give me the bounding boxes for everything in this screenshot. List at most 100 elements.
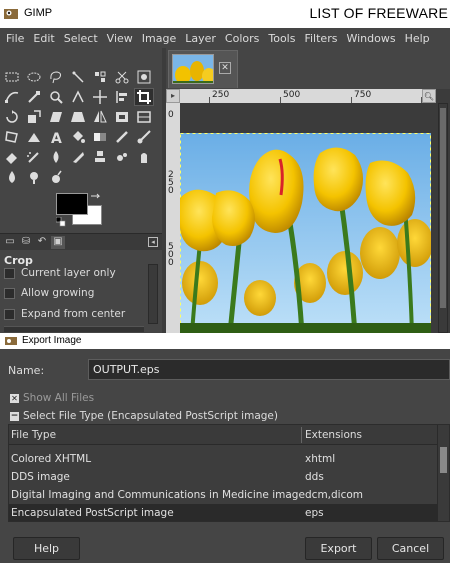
show-all-files-toggle[interactable]: ✕ Show All Files	[10, 392, 94, 404]
paths-icon[interactable]	[2, 88, 22, 106]
table-row[interactable]: DDS image dds	[9, 468, 437, 486]
select-file-type-expander[interactable]: − Select File Type (Encapsulated PostScr…	[10, 410, 278, 422]
ruler-label: 500	[168, 242, 174, 268]
horizontal-ruler[interactable]: 250 500 750 1	[180, 89, 436, 103]
filename-input[interactable]	[88, 359, 450, 380]
unified-transform-icon[interactable]	[2, 128, 22, 146]
color-swatches[interactable]	[56, 193, 106, 229]
ink-icon[interactable]	[46, 148, 66, 166]
checkbox-icon[interactable]	[4, 308, 15, 320]
window-title: GIMP	[24, 7, 53, 19]
file-type-cell: DDS image	[11, 471, 70, 483]
text-icon[interactable]: A	[46, 128, 66, 146]
vertical-ruler[interactable]: 0 250 500	[166, 103, 180, 333]
rotate-icon[interactable]	[2, 108, 22, 126]
blur-icon[interactable]	[2, 168, 22, 186]
perspective-icon[interactable]	[68, 108, 88, 126]
zoom-canvas-icon[interactable]: 🔍︎	[422, 89, 436, 103]
option-label: Current layer only	[21, 267, 116, 279]
rect-select-icon[interactable]	[2, 68, 22, 86]
paintbrush-icon[interactable]	[134, 128, 154, 146]
color-select-icon[interactable]	[90, 68, 110, 86]
image-tab[interactable]: ✕	[168, 50, 238, 88]
close-tab-icon[interactable]: ✕	[219, 62, 231, 74]
column-header-extensions[interactable]: Extensions	[305, 429, 362, 441]
checkbox-checked-icon[interactable]: ✕	[10, 393, 19, 403]
fuzzy-select-icon[interactable]	[68, 68, 88, 86]
menu-view[interactable]: View	[107, 32, 133, 45]
export-dialog-title-bar: Export Image	[0, 333, 450, 349]
menu-edit[interactable]: Edit	[33, 32, 54, 45]
menu-layer[interactable]: Layer	[185, 32, 216, 45]
cage-icon[interactable]	[112, 108, 132, 126]
cancel-button[interactable]: Cancel	[377, 537, 444, 560]
menu-tools[interactable]: Tools	[268, 32, 295, 45]
shear-icon[interactable]	[46, 108, 66, 126]
handle-transform-icon[interactable]	[24, 128, 44, 146]
device-status-tab-icon[interactable]: ⛁	[19, 236, 33, 249]
tool-options-panel: Crop Current layer only Allow growing Ex…	[0, 250, 162, 332]
checkbox-icon[interactable]	[4, 287, 15, 299]
gradient-icon[interactable]	[90, 128, 110, 146]
color-picker-icon[interactable]	[24, 88, 44, 106]
select-file-type-label: Select File Type (Encapsulated PostScrip…	[23, 410, 278, 422]
smudge-icon[interactable]	[134, 148, 154, 166]
dodge-burn-icon[interactable]	[24, 168, 44, 186]
toolbox: A	[0, 48, 162, 228]
clone-icon[interactable]	[90, 148, 110, 166]
ruler-label: 250	[168, 170, 174, 196]
option-allow-growing[interactable]: Allow growing	[4, 287, 94, 299]
canvas-vertical-scrollbar[interactable]	[438, 103, 448, 333]
scissors-select-icon[interactable]	[112, 68, 132, 86]
export-button[interactable]: Export	[305, 537, 372, 560]
checkbox-icon[interactable]	[4, 267, 15, 279]
dialog-title: Export Image	[22, 335, 82, 346]
move-icon[interactable]	[90, 88, 110, 106]
measure-icon[interactable]	[68, 88, 88, 106]
menu-filters[interactable]: Filters	[304, 32, 337, 45]
warp-icon[interactable]	[134, 108, 154, 126]
default-colors-icon[interactable]	[56, 217, 66, 227]
crop-icon[interactable]	[134, 88, 154, 106]
menu-select[interactable]: Select	[64, 32, 98, 45]
tool-options-footer	[4, 326, 144, 332]
align-icon[interactable]	[112, 88, 132, 106]
foreground-select-icon[interactable]	[134, 68, 154, 86]
collapse-icon[interactable]: −	[10, 411, 19, 421]
dock-tabs: ▭ ⛁ ↶ ▣ ◂	[0, 233, 162, 250]
scale-icon[interactable]	[24, 108, 44, 126]
free-select-icon[interactable]	[46, 68, 66, 86]
tool-options-tab-icon[interactable]: ▭	[3, 236, 17, 249]
smudge-alt-icon[interactable]	[46, 168, 66, 186]
table-row[interactable]: Digital Imaging and Communications in Me…	[9, 486, 437, 504]
option-expand-from-center[interactable]: Expand from center	[4, 308, 125, 320]
mypaint-brush-icon[interactable]	[68, 148, 88, 166]
menu-windows[interactable]: Windows	[346, 32, 395, 45]
menu-image[interactable]: Image	[142, 32, 176, 45]
bucket-fill-icon[interactable]	[68, 128, 88, 146]
menu-colors[interactable]: Colors	[225, 32, 259, 45]
foreground-color-swatch[interactable]	[56, 193, 88, 215]
ellipse-select-icon[interactable]	[24, 68, 44, 86]
zoom-icon[interactable]	[46, 88, 66, 106]
images-tab-icon[interactable]: ▣	[51, 236, 65, 249]
quick-mask-icon[interactable]: ▸	[166, 89, 180, 103]
airbrush-icon[interactable]	[24, 148, 44, 166]
eraser-icon[interactable]	[2, 148, 22, 166]
tool-options-scrollbar[interactable]	[148, 264, 158, 324]
swap-colors-icon[interactable]	[90, 193, 102, 203]
help-button[interactable]: Help	[13, 537, 80, 560]
option-current-layer-only[interactable]: Current layer only	[4, 267, 116, 279]
pencil-icon[interactable]	[112, 128, 132, 146]
column-header-file-type[interactable]: File Type	[11, 429, 56, 441]
menu-file[interactable]: File	[6, 32, 24, 45]
tulip-image[interactable]	[180, 133, 431, 333]
table-row-selected[interactable]: Encapsulated PostScript image eps	[9, 504, 437, 521]
undo-history-tab-icon[interactable]: ↶	[35, 236, 49, 249]
dock-menu-icon[interactable]: ◂	[148, 237, 158, 247]
table-row[interactable]: Colored XHTML xhtml	[9, 450, 437, 468]
flip-icon[interactable]	[90, 108, 110, 126]
heal-icon[interactable]	[112, 148, 132, 166]
file-type-scrollbar[interactable]	[437, 425, 449, 521]
menu-help[interactable]: Help	[405, 32, 430, 45]
